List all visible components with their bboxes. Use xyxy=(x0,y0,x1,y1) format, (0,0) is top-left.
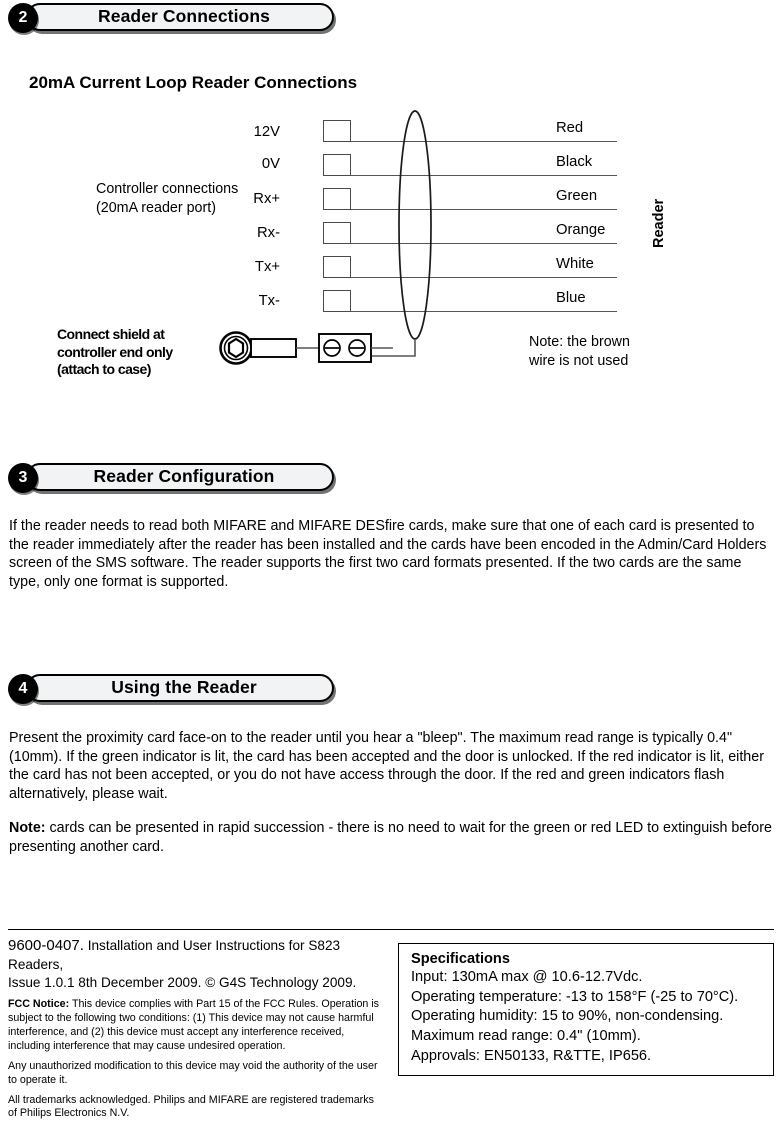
spec-line-approvals: Approvals: EN50133, R&TTE, IP656. xyxy=(411,1047,652,1064)
cable-shield-ellipse xyxy=(398,110,432,340)
fcc-notice: FCC Notice: This device complies with Pa… xyxy=(8,998,384,1054)
modification-notice: Any unauthorized modification to this de… xyxy=(8,1059,378,1086)
shield-note-line-3: (attach to case) xyxy=(57,361,151,378)
document-reference: 9600-0407. Installation and User Instruc… xyxy=(8,936,384,974)
section-number-badge: 3 xyxy=(8,463,38,493)
specifications-box: Specifications Input: 130mA max @ 10.6-1… xyxy=(398,943,774,1077)
using-the-reader-note: Note: cards can be presented in rapid su… xyxy=(9,819,775,856)
section-title: Reader Configuration xyxy=(93,466,275,486)
shield-note-line-2: controller end only xyxy=(57,343,173,360)
brown-note-line-2: wire is not used xyxy=(529,353,629,369)
footer-left-column: 9600-0407. Installation and User Instruc… xyxy=(8,936,384,1121)
note-label: Note: xyxy=(9,820,46,836)
section-title: Using the Reader xyxy=(111,677,257,697)
fcc-notice-label: FCC Notice: xyxy=(8,998,70,1011)
spec-line-humidity: Operating humidity: 15 to 90%, non-conde… xyxy=(411,1008,724,1025)
brown-note-line-1: Note: the brown xyxy=(529,334,630,350)
document-issue: Issue 1.0.1 8th December 2009. © G4S Tec… xyxy=(8,975,357,991)
reader-side-label: Reader xyxy=(651,198,667,248)
section-header-reader-connections: 2 Reader Connections xyxy=(8,3,334,33)
wire-label-white: White xyxy=(556,256,594,272)
footer-divider xyxy=(8,929,774,930)
wire-label-black: Black xyxy=(556,154,593,170)
shield-note-line-1: Connect shield at xyxy=(57,326,165,342)
section-header-reader-configuration: 3 Reader Configuration xyxy=(8,463,334,493)
wire-label-orange: Orange xyxy=(556,222,606,238)
using-the-reader-body: Present the proximity card face-on to th… xyxy=(9,730,764,803)
document-number: 9600-0407. xyxy=(8,937,84,954)
diagram-title: 20mA Current Loop Reader Connections xyxy=(29,73,358,92)
spec-line-temperature: Operating temperature: -13 to 158°F (-25… xyxy=(411,988,739,1005)
wire-label-red: Red xyxy=(556,120,584,136)
shield-connection-note: Connect shield at controller end only (a… xyxy=(57,326,173,379)
wire-label-blue: Blue xyxy=(556,290,586,306)
brown-wire-note: Note: the brown wire is not used xyxy=(529,333,630,371)
note-body: cards can be presented in rapid successi… xyxy=(9,820,772,855)
section-number-badge: 2 xyxy=(8,3,38,33)
section-title: Reader Connections xyxy=(98,6,270,26)
shield-termination-hardware xyxy=(219,331,393,365)
spec-line-read-range: Maximum read range: 0.4" (10mm). xyxy=(411,1028,641,1045)
crimp-barrel-icon xyxy=(250,338,297,358)
spec-line-input: Input: 130mA max @ 10.6-12.7Vdc. xyxy=(411,969,643,985)
trademark-notice: All trademarks acknowledged. Philips and… xyxy=(8,1093,374,1120)
section-number-badge: 4 xyxy=(8,674,38,704)
section-header-using-the-reader: 4 Using the Reader xyxy=(8,674,334,704)
specifications-title: Specifications xyxy=(411,951,510,967)
wire-label-green: Green xyxy=(556,188,598,204)
ring-terminal-hex-icon xyxy=(227,337,245,359)
reader-configuration-body: If the reader needs to read both MIFARE … xyxy=(9,518,767,591)
